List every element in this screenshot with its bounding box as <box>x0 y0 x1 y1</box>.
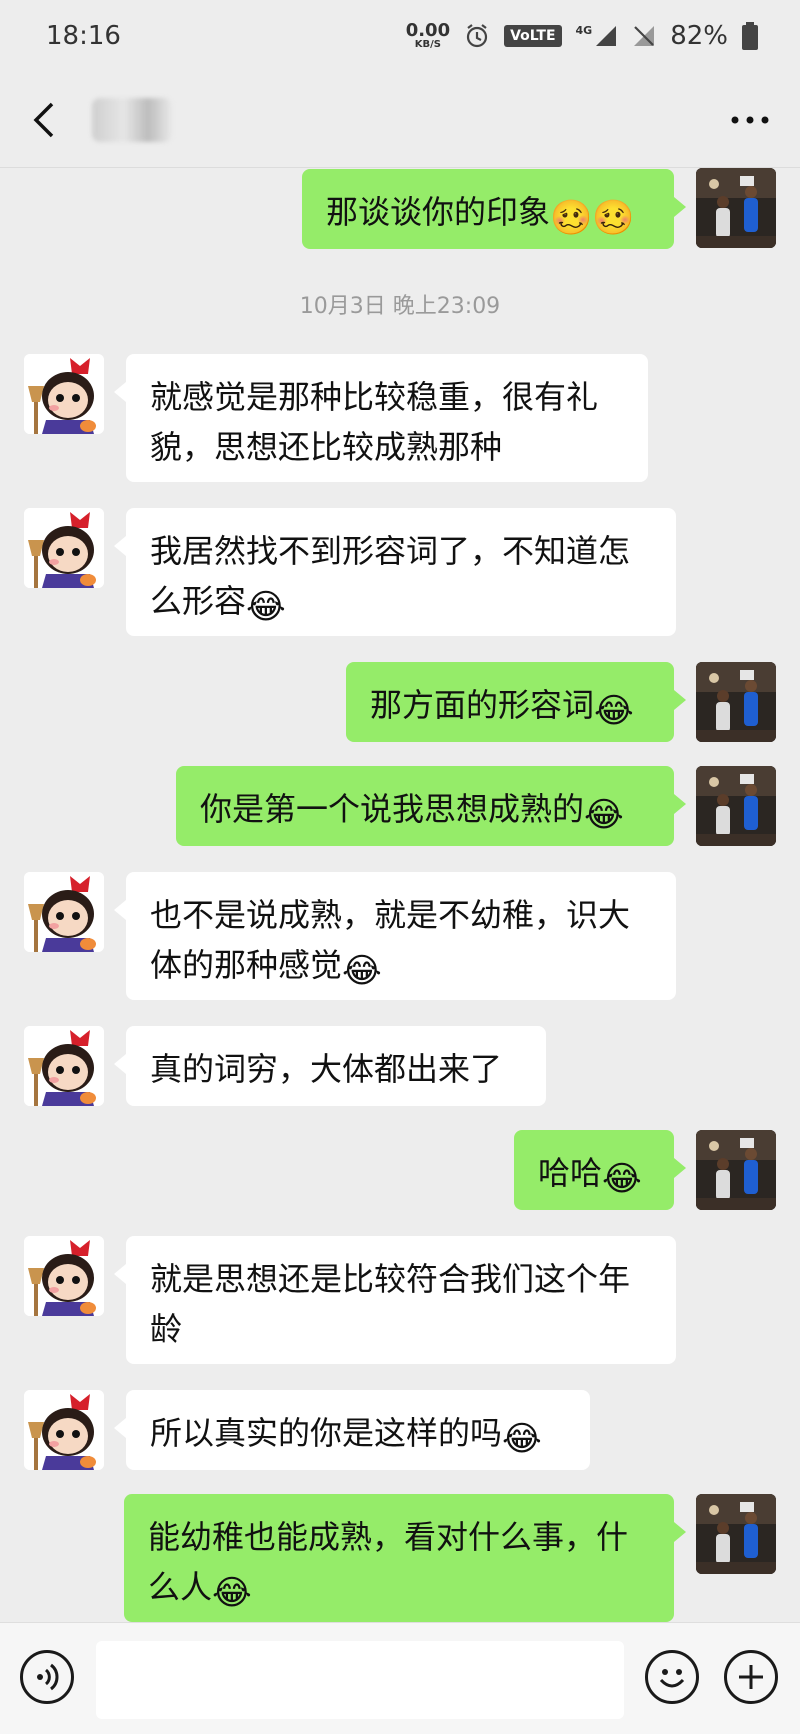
dizzy-face-icon: 🥴🥴 <box>550 198 635 238</box>
tears-of-joy-icon: 😂 <box>584 795 624 835</box>
emoji-button[interactable] <box>645 1650 699 1704</box>
message-text: 也不是说成熟，就是不幼稚，识大体的那种感觉 <box>150 896 631 984</box>
alarm-icon <box>467 24 488 48</box>
my-avatar[interactable] <box>696 766 776 846</box>
input-bar <box>0 1622 800 1734</box>
tears-of-joy-icon: 😂 <box>342 951 382 991</box>
message-bubble-incoming[interactable]: 就是思想还是比较符合我们这个年龄 <box>114 1236 676 1364</box>
message-text: 那谈谈你的印象 <box>326 193 551 231</box>
add-button[interactable] <box>724 1650 778 1704</box>
message-bubble-incoming[interactable]: 所以真实的你是这样的吗😂 <box>114 1390 590 1470</box>
contact-avatar[interactable] <box>24 1390 104 1470</box>
no-signal-icon <box>634 26 655 46</box>
tears-of-joy-icon: 😂 <box>602 1159 642 1199</box>
contact-avatar[interactable] <box>24 354 104 434</box>
contact-avatar[interactable] <box>24 872 104 952</box>
status-icons: 0.00 KB/S VoLTE 4G 82% <box>406 21 758 51</box>
my-avatar[interactable] <box>696 662 776 742</box>
net-speed: 0.00 KB/S <box>405 20 451 50</box>
tears-of-joy-icon: 😂 <box>246 587 286 627</box>
chevron-left-icon[interactable] <box>30 100 58 140</box>
message-bubble-incoming[interactable]: 也不是说成熟，就是不幼稚，识大体的那种感觉😂 <box>114 872 676 1000</box>
my-avatar[interactable] <box>696 168 776 248</box>
volte-badge: VoLTE <box>504 25 562 47</box>
message-bubble-outgoing[interactable]: 你是第一个说我思想成熟的😂 <box>176 766 686 846</box>
signal-icon: 4G <box>576 24 619 48</box>
voice-button[interactable] <box>20 1650 74 1704</box>
contact-avatar[interactable] <box>24 1236 104 1316</box>
voice-icon <box>37 1663 59 1691</box>
chat-timestamp: 10月3日 晚上23:09 <box>299 294 501 319</box>
status-time: 18:16 <box>46 21 121 51</box>
message-bubble-outgoing[interactable]: 哈哈😂 <box>514 1130 686 1210</box>
message-bubble-outgoing[interactable]: 那谈谈你的印象🥴🥴 <box>302 169 686 249</box>
message-text: 就感觉是那种比较稳重，很有礼貌，思想还比较成熟那种 <box>150 378 599 466</box>
contact-avatar[interactable] <box>24 1026 104 1106</box>
message-bubble-incoming[interactable]: 我居然找不到形容词了，不知道怎么形容😂 <box>114 508 676 636</box>
message-text: 哈哈 <box>538 1154 603 1192</box>
tears-of-joy-icon: 😂 <box>594 691 634 731</box>
message-text: 所以真实的你是这样的吗 <box>150 1414 503 1452</box>
my-avatar[interactable] <box>696 1494 776 1574</box>
chat-header <box>0 72 800 168</box>
plus-icon <box>739 1665 763 1689</box>
tears-of-joy-icon: 😂 <box>212 1573 252 1613</box>
message-text: 那方面的形容词 <box>370 686 595 724</box>
message-text: 就是思想还是比较符合我们这个年龄 <box>150 1260 631 1348</box>
message-text: 真的词穷，大体都出来了 <box>150 1050 503 1088</box>
contact-avatar[interactable] <box>24 508 104 588</box>
battery-icon <box>742 22 758 50</box>
smiley-icon <box>659 1669 685 1688</box>
message-text: 你是第一个说我思想成熟的 <box>200 790 585 828</box>
message-bubble-outgoing[interactable]: 那方面的形容词😂 <box>346 662 686 742</box>
message-bubble-outgoing[interactable]: 能幼稚也能成熟，看对什么事，什么人😂 <box>124 1494 686 1622</box>
battery-percent: 82% <box>670 21 728 51</box>
status-bar: 18:16 0.00 KB/S VoLTE 4G 82% <box>0 0 800 72</box>
tears-of-joy-icon: 😂 <box>502 1419 542 1459</box>
header-left <box>30 97 172 142</box>
message-text: 我居然找不到形容词了，不知道怎么形容 <box>150 532 631 620</box>
message-bubble-incoming[interactable]: 真的词穷，大体都出来了 <box>114 1026 546 1106</box>
contact-name-blurred <box>92 97 172 142</box>
message-input[interactable] <box>96 1641 624 1719</box>
message-bubble-incoming[interactable]: 就感觉是那种比较稳重，很有礼貌，思想还比较成熟那种 <box>114 354 648 482</box>
my-avatar[interactable] <box>696 1130 776 1210</box>
more-dots-icon[interactable] <box>730 114 770 126</box>
